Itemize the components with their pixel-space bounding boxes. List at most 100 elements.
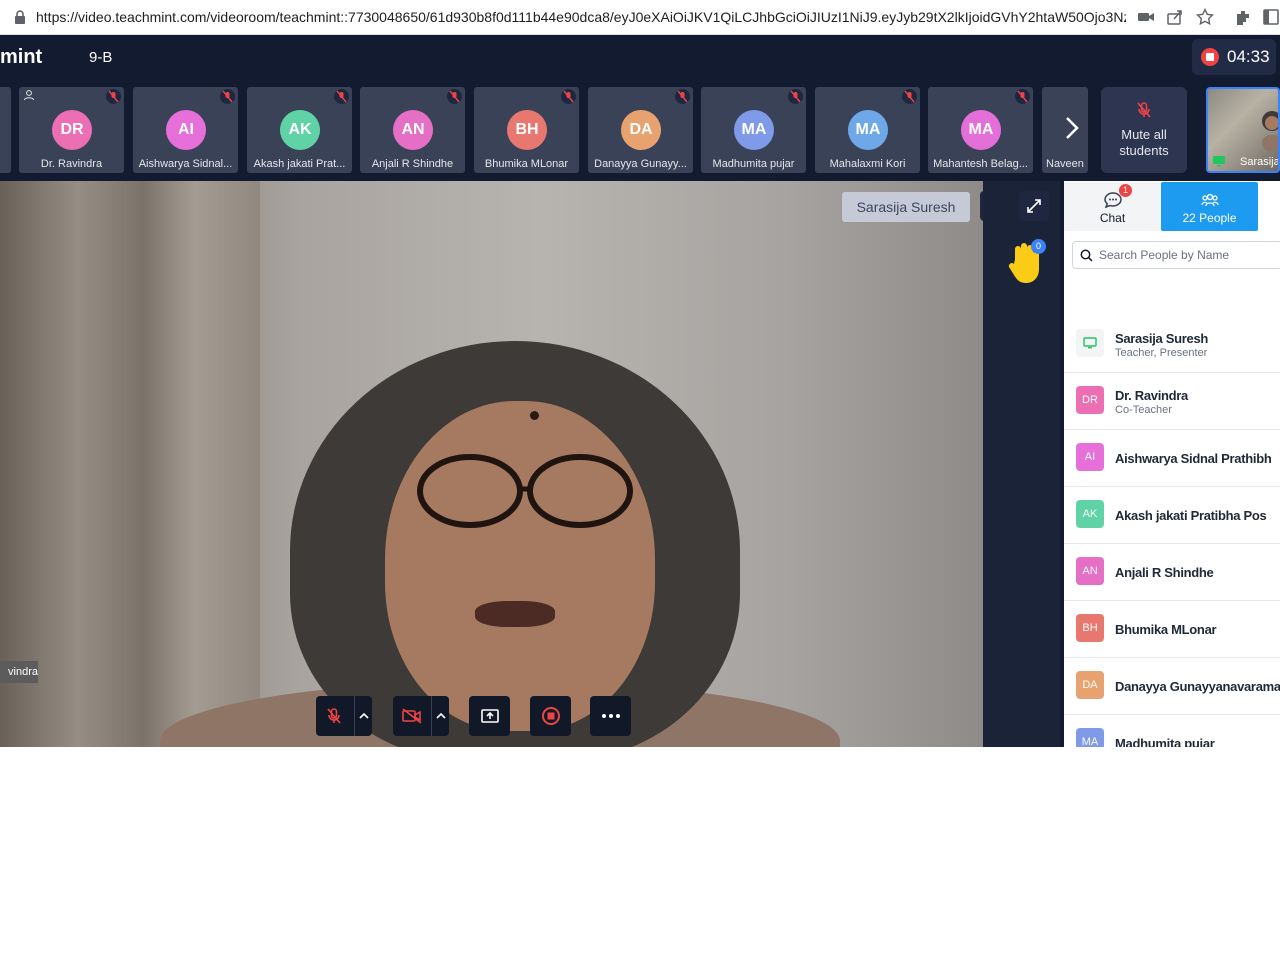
person-name: Bhumika MLonar [1115,622,1217,637]
participant-name: Madhumita pujar [712,158,795,170]
people-list-item[interactable]: AK Akash jakati Pratibha Pos [1064,488,1280,544]
people-list-item[interactable]: MA Madhumita pujar [1064,716,1280,747]
participant-tile[interactable]: AK Akash jakati Prat... [247,87,352,173]
avatar: BH [507,110,547,150]
mic-off-icon [327,708,341,724]
avatar: AN [1076,557,1104,585]
person-name: Sarasija Suresh [1115,331,1209,346]
more-options-button[interactable] [590,696,631,736]
tab-people[interactable]: 22 People [1161,182,1258,231]
avatar: MA [1076,728,1104,747]
avatar: DR [52,110,92,150]
participant-name: Danayya Gunayy... [594,158,687,170]
self-video-tile[interactable]: Sarasija [1206,87,1280,173]
mic-toggle-button[interactable] [316,696,372,736]
people-list-item[interactable]: BH Bhumika MLonar [1064,602,1280,658]
url-text[interactable]: https://video.teachmint.com/videoroom/te… [36,9,1126,25]
side-panel: Chat 1 22 People Search People by Name S… [1064,181,1280,747]
participant-tile[interactable]: MA Madhumita pujar [701,87,806,173]
presenter-name-badge: Sarasija Suresh [842,192,970,222]
class-name: 9-B [89,49,113,66]
avatar: AK [280,110,320,150]
self-name: Sarasija [1240,156,1280,168]
avatar: MA [848,110,888,150]
avatar: DA [1076,671,1104,699]
share-icon[interactable] [1166,8,1184,26]
mic-off-icon [561,89,576,104]
avatar: DA [621,110,661,150]
main-video: Sarasija Suresh vindra [0,181,983,747]
people-search-input[interactable]: Search People by Name [1072,241,1280,269]
stop-record-icon [541,707,560,725]
stop-recording-button[interactable] [530,696,571,736]
participant-tile[interactable]: BH Bhumika MLonar [474,87,579,173]
person-name: Akash jakati Pratibha Pos [1115,508,1267,523]
glasses [417,454,633,528]
person-name: Danayya Gunayyanavaramat [1115,679,1280,694]
participant-tile[interactable]: DR Dr. Ravindra [19,87,124,173]
mic-off-icon [1137,102,1151,118]
record-icon [1201,48,1219,66]
search-placeholder: Search People by Name [1099,248,1230,262]
window-icon[interactable] [1262,8,1280,26]
mic-off-icon [675,89,690,104]
chevron-right-icon[interactable] [1062,113,1082,143]
participant-name: Aishwarya Sidnal... [138,158,233,170]
participant-tile[interactable]: DA Danayya Gunayy... [588,87,693,173]
mic-off-icon [1015,89,1030,104]
participant-name: Naveen [1046,158,1084,170]
camera-toggle-button[interactable] [393,696,449,736]
call-controls [0,696,983,747]
people-list-item[interactable]: AN Anjali R Shindhe [1064,545,1280,601]
mic-off-icon [902,89,917,104]
extensions-icon[interactable] [1234,8,1252,26]
fullscreen-button[interactable] [1019,191,1049,221]
person-name: Madhumita pujar [1115,736,1215,747]
participant-tile-partial[interactable] [0,87,11,173]
recording-timer[interactable]: 04:33 [1192,39,1276,75]
participant-tile[interactable]: AN Anjali R Shindhe [360,87,465,173]
tab-chat[interactable]: Chat 1 [1064,182,1161,231]
chevron-up-icon [435,712,446,719]
chevron-up-icon [358,712,369,719]
avatar: DR [1076,386,1104,414]
share-screen-icon [480,709,499,723]
raise-hand-area: 0 [983,181,1060,747]
participant-name: Anjali R Shindhe [371,158,454,170]
co-teacher-icon [24,90,34,101]
timer-text: 04:33 [1227,47,1270,66]
camera-options-button[interactable] [431,696,449,736]
more-icon [601,714,620,718]
mute-all-button[interactable]: Mute all students [1101,87,1187,173]
mic-options-button[interactable] [354,696,372,736]
raised-hand-count: 0 [1031,239,1046,254]
mouth [475,601,555,627]
browser-address-bar: https://video.teachmint.com/videoroom/te… [0,0,1280,35]
people-list-item[interactable]: AI Aishwarya Sidnal Prathibh [1064,431,1280,487]
screen-icon [1213,156,1225,167]
avatar: MA [734,110,774,150]
camera-icon[interactable] [1137,8,1155,26]
mic-off-icon [106,89,121,104]
expand-icon [1027,199,1041,213]
people-list-item[interactable]: Sarasija Suresh Teacher, Presenter [1064,317,1280,373]
participant-strip: DR Dr. Ravindra AI Aishwarya Sidnal... A… [0,87,1280,175]
presenter-avatar [1076,329,1104,357]
star-icon[interactable] [1196,8,1214,26]
tab-people-label: 22 People [1182,211,1237,225]
participant-tile[interactable]: MA Mahalaxmi Kori [815,87,920,173]
participant-tile[interactable]: MA Mahantesh Belag... [928,87,1033,173]
participant-tile[interactable]: AI Aishwarya Sidnal... [133,87,238,173]
participant-name: Bhumika MLonar [484,158,569,170]
participant-name-chip: vindra [0,661,38,683]
person-role: Co-Teacher [1115,404,1172,416]
people-list-item[interactable]: DA Danayya Gunayyanavaramat [1064,659,1280,715]
people-list-item[interactable]: DR Dr. Ravindra Co-Teacher [1064,374,1280,430]
mic-off-icon [220,89,235,104]
avatar: AI [166,110,206,150]
search-icon [1080,249,1093,262]
tab-chat-label: Chat [1099,211,1126,225]
person-role: Teacher, Presenter [1115,347,1208,359]
side-tabs: Chat 1 22 People [1064,181,1280,233]
share-screen-button[interactable] [469,696,510,736]
